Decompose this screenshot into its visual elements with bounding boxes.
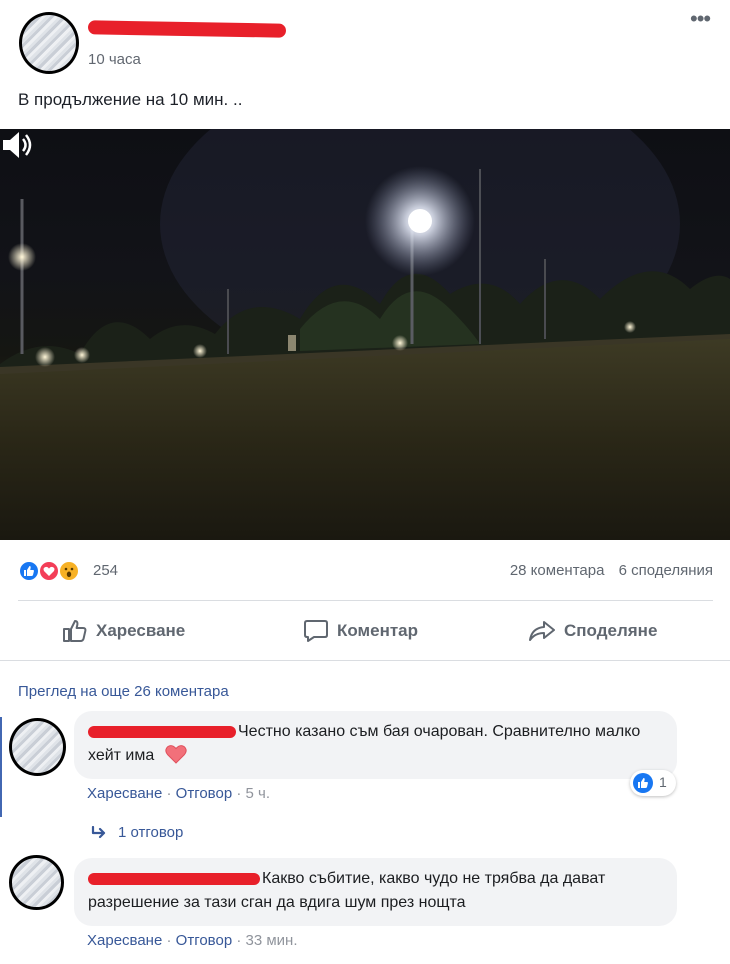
comment-reply-link[interactable]: Отговор bbox=[176, 932, 233, 949]
comment-time[interactable]: 5 ч. bbox=[246, 785, 271, 802]
meta-separator: · bbox=[236, 785, 246, 802]
comment-like-link[interactable]: Харесване bbox=[87, 932, 162, 949]
video-frame bbox=[0, 129, 730, 540]
speaker-icon[interactable] bbox=[0, 129, 36, 161]
comment-time[interactable]: 33 мин. bbox=[246, 932, 298, 949]
reply-arrow-icon bbox=[91, 825, 106, 838]
meta-separator: · bbox=[166, 785, 176, 802]
comments-count-link[interactable]: 28 коментара bbox=[510, 562, 605, 579]
shares-count-link[interactable]: 6 споделяния bbox=[619, 562, 713, 579]
commenter-name-redacted[interactable] bbox=[88, 872, 260, 885]
replies-count: 1 отговор bbox=[118, 824, 184, 841]
author-avatar[interactable] bbox=[19, 12, 79, 74]
heart-emoji-icon bbox=[165, 745, 187, 764]
reaction-count: 254 bbox=[93, 562, 119, 579]
love-reaction-icon bbox=[38, 560, 60, 582]
post-timestamp[interactable]: 10 часа bbox=[88, 51, 141, 68]
post-text: В продължение на 10 мин. .. bbox=[18, 90, 243, 109]
comment-meta: Харесване · Отговор · 5 ч. bbox=[87, 785, 270, 802]
comment-button[interactable]: Коментар bbox=[303, 602, 418, 660]
post-action-bar: Харесване Коментар Споделяне bbox=[18, 602, 713, 660]
comment-like-count: 1 bbox=[659, 774, 667, 790]
comment-bubble-icon bbox=[304, 620, 328, 642]
like-reaction-icon bbox=[633, 773, 653, 793]
thumbs-up-icon bbox=[63, 620, 87, 642]
like-button[interactable]: Харесване bbox=[62, 602, 185, 660]
comment-button-label: Коментар bbox=[337, 621, 418, 640]
video-player[interactable] bbox=[0, 129, 730, 540]
post-stats: 28 коментара 6 споделяния bbox=[500, 562, 713, 579]
comment-bubble: Честно казано съм бая очарован. Сравните… bbox=[74, 711, 677, 779]
comment-like-badge[interactable]: 1 bbox=[630, 770, 676, 796]
share-button-label: Споделяне bbox=[564, 621, 658, 640]
author-name-redacted bbox=[87, 20, 287, 38]
meta-separator: · bbox=[236, 932, 246, 949]
view-more-comments-link[interactable]: Преглед на още 26 коментара bbox=[18, 683, 229, 700]
commenter-avatar[interactable] bbox=[9, 855, 64, 910]
share-arrow-icon bbox=[529, 621, 555, 641]
commenter-avatar[interactable] bbox=[9, 718, 66, 776]
meta-separator: · bbox=[166, 932, 176, 949]
comment-bubble: Какво събитие, какво чудо не трябва да д… bbox=[74, 858, 677, 926]
divider bbox=[18, 600, 713, 601]
commenter-name-redacted[interactable] bbox=[88, 725, 236, 738]
wow-reaction-icon bbox=[58, 560, 80, 582]
share-button[interactable]: Споделяне bbox=[528, 602, 657, 660]
thread-indicator-line bbox=[0, 717, 2, 817]
comment-meta: Харесване · Отговор · 33 мин. bbox=[87, 932, 298, 949]
comments-section: Преглед на още 26 коментара Честно казан… bbox=[0, 660, 730, 964]
comment-reply-link[interactable]: Отговор bbox=[176, 785, 233, 802]
view-replies-link[interactable]: 1 отговор bbox=[90, 824, 183, 841]
comment-like-link[interactable]: Харесване bbox=[87, 785, 162, 802]
post-header: 10 часа ••• В продължение на 10 мин. .. bbox=[0, 0, 730, 130]
ellipsis-icon[interactable]: ••• bbox=[690, 8, 716, 30]
like-reaction-icon bbox=[18, 560, 40, 582]
like-button-label: Харесване bbox=[96, 621, 186, 640]
